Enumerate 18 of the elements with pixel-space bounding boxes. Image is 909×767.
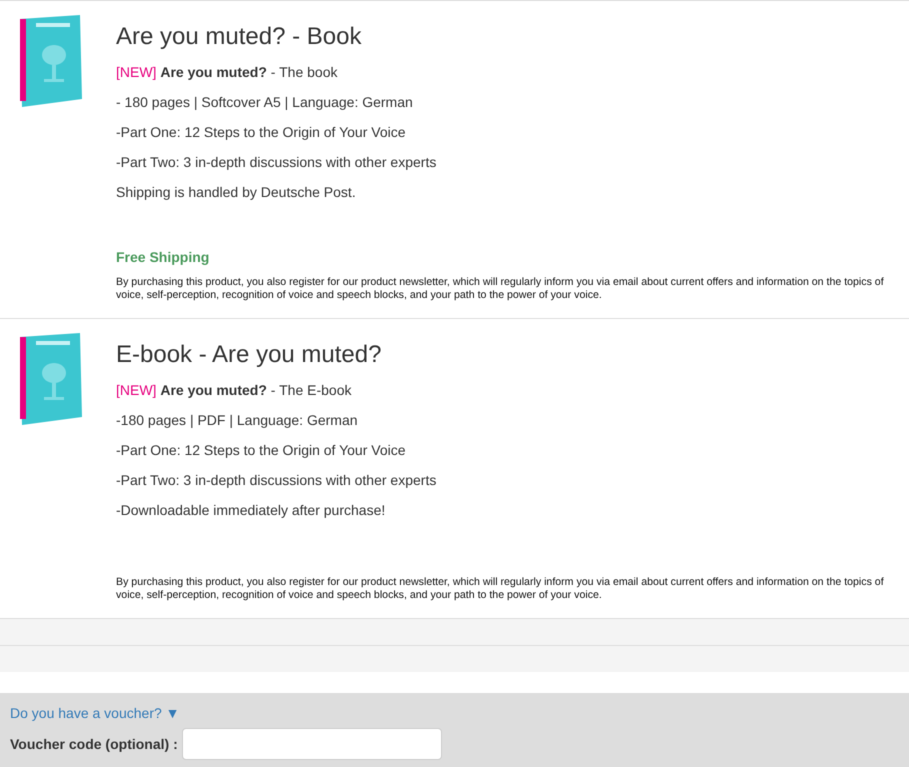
product-feature: -180 pages | PDF | Language: German [116,412,358,429]
product-title: Are you muted? - Book [116,23,362,52]
product-feature: Shipping is handled by Deutsche Post. [116,184,356,201]
product-subtitle: [NEW] Are you muted? - The book [116,64,338,81]
product-feature: - 180 pages | Softcover A5 | Language: German [116,94,413,111]
product-title: E-book - Are you muted? [116,341,382,370]
voucher-label: Voucher code (optional) : [10,734,178,754]
newsletter-notice: By purchasing this product, you also register for our product newsletter, which will regularly inform you via email about current offers and information on the topics of voice, self-perception, recognition of voice and speech blocks, and your path to the power of your voice. [116,276,885,302]
voucher-code-field[interactable] [182,728,442,760]
voucher-toggle-link[interactable]: Do you have a voucher? ▼ [10,703,180,724]
product-feature: -Part Two: 3 in-depth discussions with other experts [116,154,436,171]
product-feature: -Part Two: 3 in-depth discussions with other experts [116,472,436,489]
product-feature: -Part One: 12 Steps to the Origin of Your Voice [116,442,406,459]
product-feature: -Part One: 12 Steps to the Origin of Your Voice [116,124,406,141]
product-subtitle: [NEW] Are you muted? - The E-book [116,382,352,399]
product-feature: -Downloadable immediately after purchase! [116,502,386,519]
shipping-note: Free Shipping [116,249,210,265]
newsletter-notice: By purchasing this product, you also register for our product newsletter, which will regularly inform you via email about current offers and information on the topics of voice, self-perception, recognition of voice and speech blocks, and your path to the power of your voice. [116,576,885,602]
